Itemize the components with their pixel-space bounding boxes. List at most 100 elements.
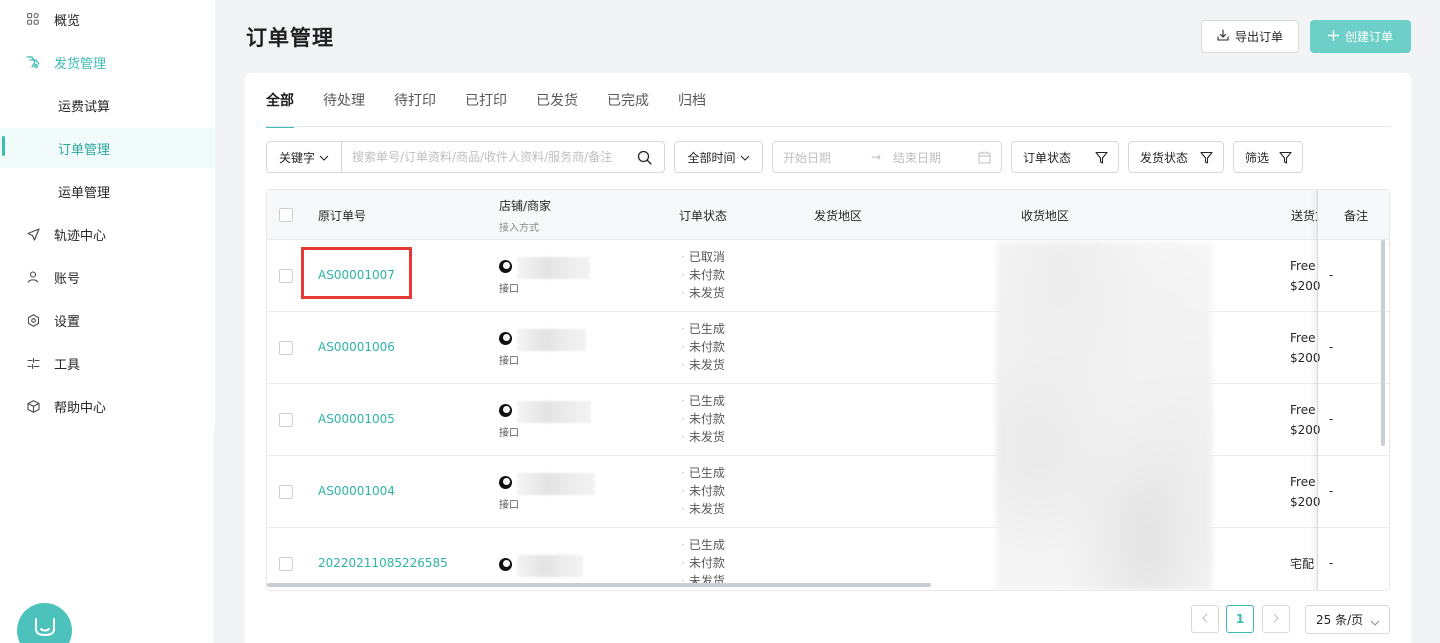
status-line: 未付款 [688,556,725,570]
tools-icon [26,356,40,370]
row-checkbox[interactable] [279,341,293,355]
row-checkbox[interactable] [279,269,293,283]
chevron-down-icon [319,150,329,164]
sidebar-item-settings[interactable]: 设置 [0,300,215,340]
chevron-down-icon [740,150,750,164]
sidebar-item-shipping[interactable]: 发货管理 [0,42,215,82]
sidebar-item-label: 帮助中心 [54,400,107,416]
col-from-region: 发货地区 [814,209,863,223]
sidebar-item-tracking[interactable]: 轨迹中心 [0,214,215,254]
search-input[interactable] [352,150,632,164]
select-all-checkbox[interactable] [279,208,293,222]
order-no-link[interactable]: AS00001005 [318,412,395,426]
end-date-field[interactable]: 结束日期 [893,149,941,166]
delivery-line: Free [1290,331,1316,345]
arrow-right-icon: → [871,150,882,164]
page-title: 订单管理 [246,26,334,50]
delivery-cell: Free $200 [1290,400,1321,440]
tabs-divider [266,126,1391,127]
sidebar-item-label: 工具 [54,357,81,373]
shop-name-redacted [517,401,591,423]
settings-icon [26,313,40,327]
tab-archived[interactable]: 归档 [678,90,706,128]
order-no-link[interactable]: AS00001004 [318,484,395,498]
export-orders-button[interactable]: 导出订单 [1201,20,1299,53]
tab-pending[interactable]: 待处理 [323,90,365,128]
table-row[interactable]: AS00001005 接口 · 已生成 · 未付款 · 未发货 Free $200 - [267,384,1389,456]
create-order-label: 创建订单 [1344,30,1393,44]
sidebar-item-order-management[interactable]: 订单管理 [0,128,215,168]
keyword-select[interactable]: 关键字 [266,141,342,173]
order-status-filter[interactable]: 订单状态 [1011,141,1119,173]
sidebar-item-help[interactable]: 帮助中心 [0,386,215,426]
vertical-scrollbar[interactable] [1381,240,1385,446]
chat-icon [33,617,57,641]
sidebar-item-account[interactable]: 账号 [0,257,215,297]
status-line: 未付款 [688,268,725,282]
time-range-select[interactable]: 全部时间 [674,141,763,173]
order-no-link[interactable]: AS00001006 [318,340,395,354]
delivery-line: $200 [1290,495,1321,509]
start-date-field[interactable]: 开始日期 [783,149,831,166]
table-row[interactable]: 20220211085226585 · 已生成 · 未付款 · 未发货 宅配 - [267,528,1389,590]
table-row[interactable]: AS00001006 接口 · 已生成 · 未付款 · 未发货 Free $200 - [267,312,1389,384]
delivery-line: Free [1290,403,1316,417]
ship-status-filter[interactable]: 发货状态 [1128,141,1224,173]
delivery-line: $200 [1290,351,1321,365]
table-row[interactable]: AS00001004 接口 · 已生成 · 未付款 · 未发货 Free $200 - [267,456,1389,528]
search-icon[interactable] [637,150,652,169]
filter-icon [1279,151,1292,167]
sidebar: 概览 发货管理 运费试算 订单管理 运单管理 轨迹中心 账号 设置 工具 帮助中… [0,0,215,643]
page-size-select[interactable]: 25 条/页 [1305,605,1390,634]
row-checkbox[interactable] [279,413,293,427]
col-shop-sub: 接入方式 [499,223,539,234]
sidebar-item-label: 运费试算 [58,99,111,115]
sidebar-item-waybill-management[interactable]: 运单管理 [0,171,215,211]
tab-all[interactable]: 全部 [266,90,294,128]
order-status-list: · 已生成 · 未付款 · 未发货 [681,538,725,588]
shop-name-redacted [517,257,590,279]
create-order-button[interactable]: 创建订单 [1310,20,1411,53]
tab-shipped[interactable]: 已发货 [536,90,578,128]
status-line: 未付款 [688,340,725,354]
next-page-button[interactable] [1262,605,1290,633]
delivery-line: $200 [1290,279,1321,293]
delivery-line: Free [1290,475,1316,489]
date-range-picker[interactable]: 开始日期 → 结束日期 [772,141,1002,173]
table-row[interactable]: AS00001007 接口 · 已取消 · 未付款 · 未发货 Free $200 - [267,240,1389,312]
page-number-button[interactable]: 1 [1226,605,1254,633]
tab-completed[interactable]: 已完成 [607,90,649,128]
status-line: 已生成 [688,538,725,552]
sidebar-item-overview[interactable]: 概览 [0,0,215,39]
sidebar-item-tools[interactable]: 工具 [0,343,215,383]
access-method: 接口 [499,428,519,439]
order-no-link[interactable]: 20220211085226585 [318,556,448,570]
row-checkbox[interactable] [279,557,293,571]
horizontal-scrollbar[interactable] [267,583,931,587]
prev-page-button[interactable] [1191,605,1219,633]
send-icon [26,227,40,241]
col-to-region: 收货地区 [1021,209,1070,223]
box-icon [26,399,40,413]
shop-logo-icon [499,476,512,489]
more-filter-button[interactable]: 筛选 [1233,141,1303,173]
shipping-icon [26,55,40,69]
chat-button[interactable] [17,603,72,643]
delivery-cell: Free $200 [1290,328,1321,368]
time-range-label: 全部时间 [687,150,736,165]
sidebar-edge [214,430,215,643]
receiver-region-redacted [996,242,1212,590]
search-box [341,141,665,173]
row-checkbox[interactable] [279,485,293,499]
status-tabs: 全部 待处理 待打印 已打印 已发货 已完成 归档 [266,90,735,128]
access-method: 接口 [499,356,519,367]
sidebar-item-freight-calc[interactable]: 运费试算 [0,85,215,125]
tab-to-print[interactable]: 待打印 [394,90,436,128]
calendar-icon [978,151,991,167]
delivery-line: $200 [1290,423,1321,437]
status-line: 已生成 [688,322,725,336]
shop-logo-icon [499,558,512,571]
ship-status-label: 发货状态 [1140,150,1189,165]
tab-printed[interactable]: 已打印 [465,90,507,128]
delivery-line: 宅配 [1290,557,1315,571]
